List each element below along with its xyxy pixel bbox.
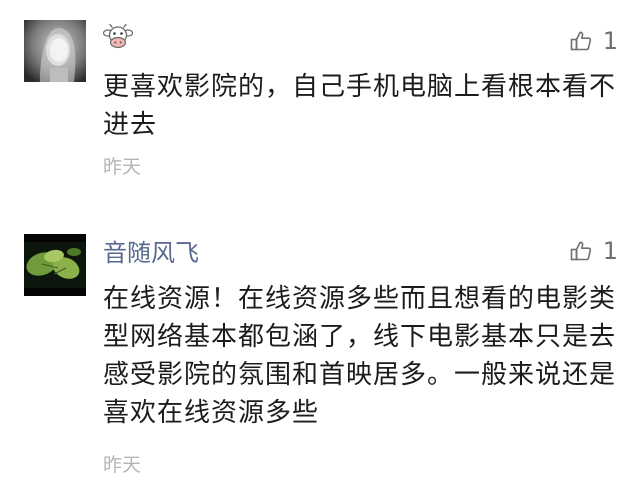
cow-face-icon — [102, 23, 134, 57]
avatar[interactable] — [24, 20, 86, 82]
comment-time: 昨天 — [103, 156, 142, 178]
comment-item: 音随风飞 1 在线资源！在线资源多些而且想看的电影类型网络基本都包涵了，线下电影… — [0, 200, 640, 488]
like-button[interactable]: 1 — [569, 26, 618, 56]
avatar-image — [24, 234, 86, 296]
avatar-image — [24, 20, 86, 82]
like-count: 1 — [602, 237, 618, 265]
comment-text: 在线资源！在线资源多些而且想看的电影类型网络基本都包涵了，线下电影基本只是去感受… — [103, 284, 617, 428]
thumbs-up-icon — [569, 29, 593, 53]
like-count: 1 — [602, 27, 618, 55]
like-button[interactable]: 1 — [569, 236, 618, 266]
comment-item: 1 更喜欢影院的，自己手机电脑上看根本看不进去 昨天 — [0, 0, 640, 200]
author-name[interactable]: 音随风飞 — [103, 238, 199, 268]
thumbs-up-icon — [569, 239, 593, 263]
comment-time: 昨天 — [103, 454, 142, 476]
comment-text: 更喜欢影院的，自己手机电脑上看根本看不进去 — [103, 72, 617, 140]
author-name[interactable] — [102, 23, 134, 57]
avatar[interactable] — [24, 234, 86, 296]
